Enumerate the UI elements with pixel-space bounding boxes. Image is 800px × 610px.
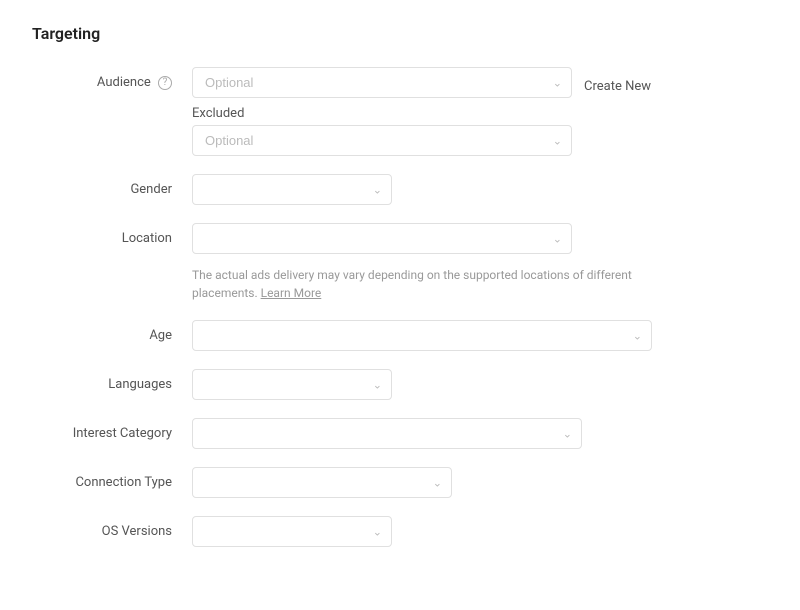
os-versions-controls: ⌄ [192, 516, 768, 547]
gender-row: Gender ⌄ [32, 174, 768, 205]
os-select[interactable] [192, 516, 392, 547]
audience-main-row: Optional ⌄ Create New [192, 67, 768, 98]
gender-select[interactable] [192, 174, 392, 205]
interest-category-controls: ⌄ [192, 418, 768, 449]
audience-controls: Optional ⌄ Create New Excluded Optional … [192, 67, 768, 156]
connection-select-wrapper: ⌄ [192, 467, 452, 498]
interest-category-row: Interest Category ⌄ [32, 418, 768, 449]
os-versions-row: OS Versions ⌄ [32, 516, 768, 547]
gender-label: Gender [32, 174, 192, 197]
excluded-select[interactable]: Optional [192, 125, 572, 156]
page-title: Targeting [32, 24, 768, 43]
interest-select[interactable] [192, 418, 582, 449]
gender-controls: ⌄ [192, 174, 768, 205]
audience-label: Audience ? [32, 67, 192, 90]
connection-type-row: Connection Type ⌄ [32, 467, 768, 498]
location-label: Location [32, 223, 192, 246]
age-label: Age [32, 320, 192, 343]
age-select-wrapper: ⌄ [192, 320, 652, 351]
excluded-label: Excluded [192, 106, 768, 121]
create-new-link[interactable]: Create New [584, 71, 651, 94]
audience-select[interactable]: Optional [192, 67, 572, 98]
page-container: Targeting Audience ? Optional ⌄ Create N… [32, 24, 768, 547]
age-row: Age ⌄ [32, 320, 768, 351]
os-select-wrapper: ⌄ [192, 516, 392, 547]
excluded-select-wrapper: Optional ⌄ [192, 125, 572, 156]
targeting-form: Audience ? Optional ⌄ Create New Exclude… [32, 67, 768, 547]
age-select[interactable] [192, 320, 652, 351]
interest-category-label: Interest Category [32, 418, 192, 441]
languages-select[interactable] [192, 369, 392, 400]
learn-more-link[interactable]: Learn More [261, 286, 322, 300]
location-hint: The actual ads delivery may vary dependi… [192, 266, 652, 302]
gender-select-wrapper: ⌄ [192, 174, 392, 205]
connection-type-controls: ⌄ [192, 467, 768, 498]
audience-row: Audience ? Optional ⌄ Create New Exclude… [32, 67, 768, 156]
languages-controls: ⌄ [192, 369, 768, 400]
audience-info-icon[interactable]: ? [158, 76, 172, 90]
excluded-sub-section: Excluded Optional ⌄ [192, 106, 768, 156]
languages-label: Languages [32, 369, 192, 392]
location-row: Location ⌄ The actual ads delivery may v… [32, 223, 768, 302]
audience-select-wrapper: Optional ⌄ [192, 67, 572, 98]
connection-type-label: Connection Type [32, 467, 192, 490]
age-controls: ⌄ [192, 320, 768, 351]
connection-select[interactable] [192, 467, 452, 498]
languages-select-wrapper: ⌄ [192, 369, 392, 400]
location-select[interactable] [192, 223, 572, 254]
location-select-wrapper: ⌄ [192, 223, 572, 254]
os-versions-label: OS Versions [32, 516, 192, 539]
languages-row: Languages ⌄ [32, 369, 768, 400]
interest-select-wrapper: ⌄ [192, 418, 582, 449]
location-controls: ⌄ The actual ads delivery may vary depen… [192, 223, 768, 302]
